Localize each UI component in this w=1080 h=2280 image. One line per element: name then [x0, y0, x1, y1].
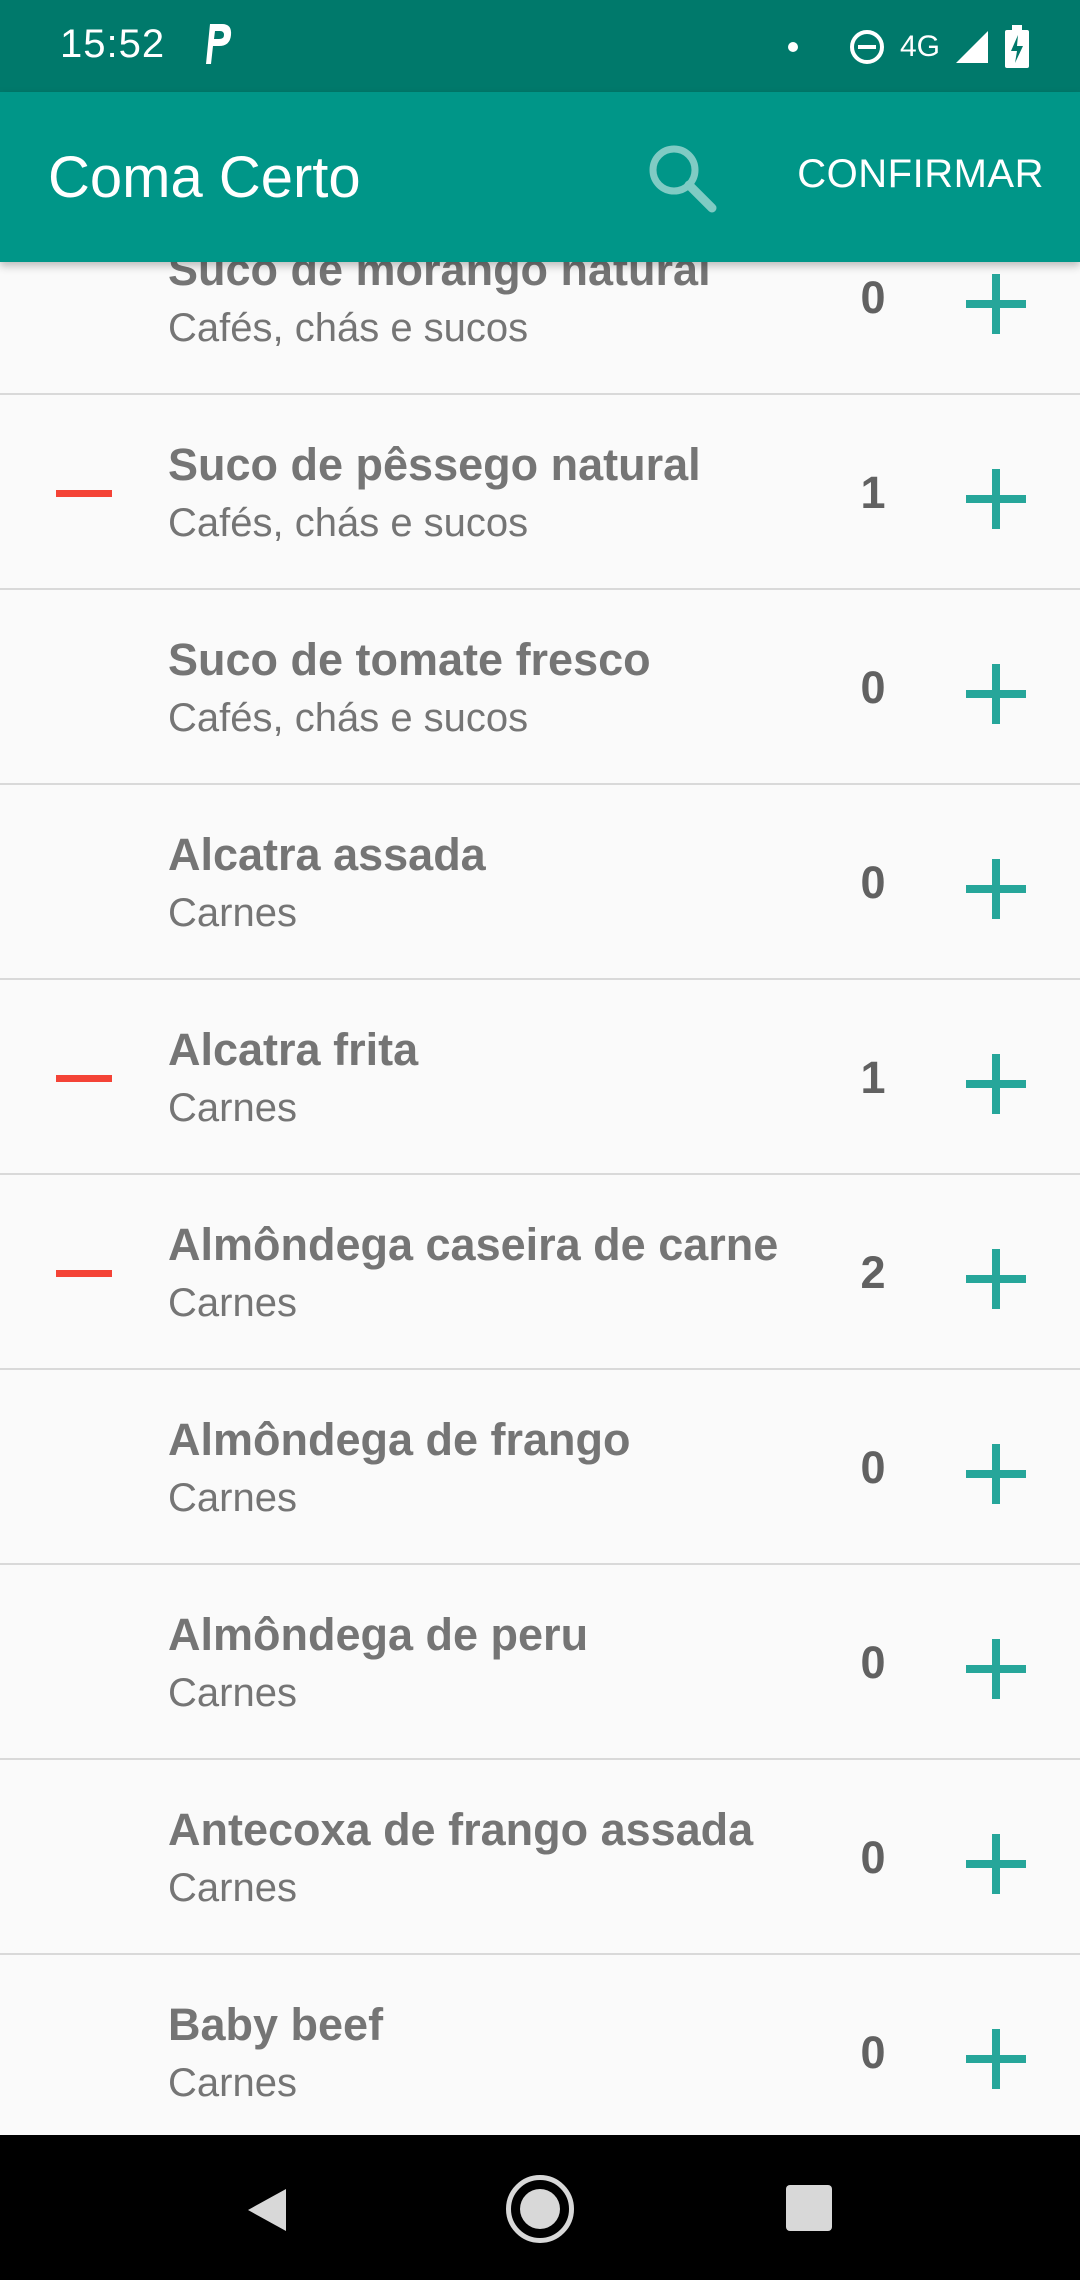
increment-button[interactable]	[958, 1241, 1034, 1317]
list-item: Alcatra assada Carnes 0	[0, 785, 1080, 980]
list-item: Almôndega de peru Carnes 0	[0, 1565, 1080, 1760]
list-item: Suco de pêssego natural Cafés, chás e su…	[0, 395, 1080, 590]
confirm-button[interactable]: CONFIRMAR	[797, 152, 1044, 197]
increment-button[interactable]	[958, 1826, 1034, 1902]
signal-icon	[956, 31, 988, 63]
food-category: Cafés, chás e sucos	[168, 306, 529, 350]
minus-icon	[56, 489, 112, 497]
list-item: Suco de morango natural Cafés, chás e su…	[0, 262, 1080, 395]
food-name: Suco de morango natural	[168, 262, 711, 295]
increment-button[interactable]	[958, 1046, 1034, 1122]
increment-button[interactable]	[958, 461, 1034, 537]
quantity-count: 0	[860, 2027, 886, 2078]
home-icon[interactable]	[506, 2175, 574, 2243]
list-item: Suco de tomate fresco Cafés, chás e suco…	[0, 590, 1080, 785]
navigation-bar	[0, 2135, 1080, 2280]
app-title: Coma Certo	[48, 145, 361, 210]
back-icon[interactable]	[242, 2185, 292, 2235]
list-item: Antecoxa de frango assada Carnes 0	[0, 1760, 1080, 1955]
quantity-count: 0	[860, 662, 886, 713]
list-item: Baby beef Carnes 0	[0, 1955, 1080, 2135]
food-category: Carnes	[168, 1281, 297, 1325]
food-category: Carnes	[168, 1866, 297, 1910]
increment-button[interactable]	[958, 2021, 1034, 2097]
food-list[interactable]: Suco de morango natural Cafés, chás e su…	[0, 262, 1080, 2135]
quantity-count: 0	[860, 1442, 886, 1493]
quantity-count: 0	[860, 1637, 886, 1688]
food-category: Carnes	[168, 1086, 297, 1130]
parking-app-icon	[206, 24, 232, 64]
food-name: Suco de pêssego natural	[168, 439, 701, 490]
food-name: Baby beef	[168, 1999, 384, 2050]
status-bar: 15:52 4G	[0, 0, 1080, 92]
network-type-label: 4G	[899, 30, 940, 63]
quantity-count: 0	[860, 857, 886, 908]
food-category: Carnes	[168, 891, 297, 935]
food-category: Cafés, chás e sucos	[168, 501, 529, 545]
food-name: Almôndega de frango	[168, 1414, 631, 1465]
search-button[interactable]	[640, 136, 724, 220]
quantity-count: 2	[860, 1247, 886, 1298]
food-category: Carnes	[168, 2061, 297, 2105]
search-icon	[649, 145, 717, 213]
quantity-count: 1	[860, 1052, 886, 1103]
food-category: Carnes	[168, 1476, 297, 1520]
battery-charging-icon	[1005, 25, 1029, 68]
do-not-disturb-icon	[849, 30, 884, 64]
recents-icon[interactable]	[786, 2185, 832, 2231]
minus-icon	[56, 1074, 112, 1082]
minus-icon	[56, 1269, 112, 1277]
food-name: Antecoxa de frango assada	[168, 1804, 754, 1855]
food-name: Almôndega caseira de carne	[168, 1219, 779, 1270]
status-time: 15:52	[60, 22, 166, 66]
food-name: Almôndega de peru	[168, 1609, 589, 1660]
list-item: Alcatra frita Carnes 1	[0, 980, 1080, 1175]
food-category: Cafés, chás e sucos	[168, 696, 529, 740]
increment-button[interactable]	[958, 851, 1034, 927]
decrement-button[interactable]	[40, 1245, 128, 1301]
status-icons: 4G	[787, 24, 1030, 70]
food-name: Suco de tomate fresco	[168, 634, 651, 685]
decrement-button[interactable]	[40, 465, 128, 521]
list-item: Almôndega caseira de carne Carnes 2	[0, 1175, 1080, 1370]
quantity-count: 1	[860, 467, 886, 518]
increment-button[interactable]	[958, 1436, 1034, 1512]
decrement-button[interactable]	[40, 1050, 128, 1106]
increment-button[interactable]	[958, 266, 1034, 342]
increment-button[interactable]	[958, 656, 1034, 732]
increment-button[interactable]	[958, 1631, 1034, 1707]
food-name: Alcatra frita	[168, 1024, 419, 1075]
notification-dot-icon	[787, 42, 798, 52]
app-bar: Coma Certo CONFIRMAR	[0, 92, 1080, 262]
list-item: Almôndega de frango Carnes 0	[0, 1370, 1080, 1565]
quantity-count: 0	[860, 272, 886, 323]
food-category: Carnes	[168, 1671, 297, 1715]
quantity-count: 0	[860, 1832, 886, 1883]
food-name: Alcatra assada	[168, 829, 486, 880]
